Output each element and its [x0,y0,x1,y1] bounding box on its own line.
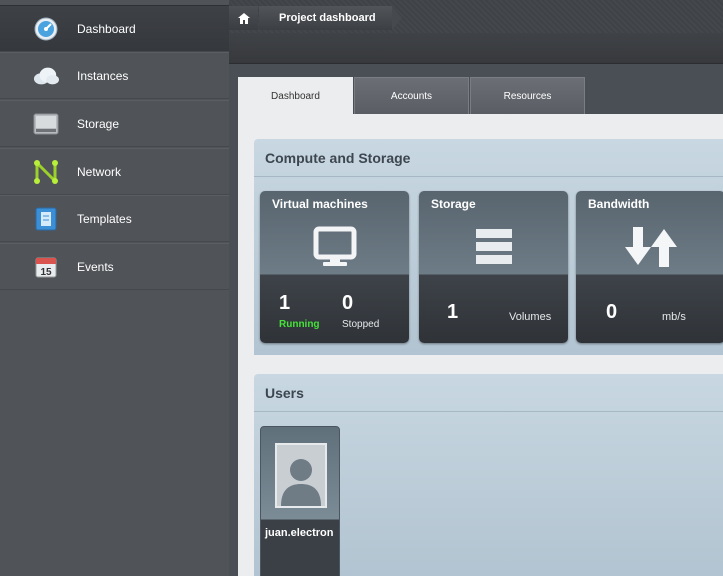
cloud-icon [33,63,59,89]
tile-title: Virtual machines [272,197,368,211]
vm-stopped-count: 0 [342,292,354,314]
tab-bar: Dashboard Accounts Resources [238,77,586,114]
sidebar: Dashboard Instances Storage Network Temp… [0,0,229,576]
sidebar-item-events[interactable]: 15 Events [0,243,229,290]
storage-stack-icon [419,219,568,274]
tab-resources[interactable]: Resources [470,77,585,114]
section-title: Users [254,374,723,412]
avatar [275,443,327,508]
sidebar-item-label: Events [77,259,114,274]
vm-stopped-label: Stopped [342,319,380,330]
sidebar-item-instances[interactable]: Instances [0,52,229,99]
sidebar-item-dashboard[interactable]: Dashboard [0,5,229,52]
template-icon [33,206,59,232]
network-icon [33,159,59,185]
sidebar-item-network[interactable]: Network [0,148,229,195]
dashboard-gauge-icon [33,16,59,42]
sidebar-item-templates[interactable]: Templates [0,195,229,242]
compute-storage-section: Compute and Storage Virtual machines 1 R… [254,139,723,355]
tab-accounts[interactable]: Accounts [354,77,469,114]
breadcrumb-current[interactable]: Project dashboard [259,6,402,30]
sidebar-item-label: Dashboard [77,21,136,36]
bandwidth-unit: mb/s [662,311,686,323]
breadcrumb: Project dashboard [229,0,723,33]
user-card[interactable]: juan.electron [260,426,340,576]
storage-tile[interactable]: Storage 1 Volumes [419,191,568,343]
virtual-machines-tile[interactable]: Virtual machines 1 Running 0 Stopped [260,191,409,343]
user-name: juan.electron [265,527,334,539]
tab-dashboard[interactable]: Dashboard [238,77,353,114]
calendar-badge: 15 [40,267,52,278]
vm-running-count: 1 [279,292,291,314]
bandwidth-tile[interactable]: Bandwidth 0 mb/s [576,191,723,343]
sidebar-item-storage[interactable]: Storage [0,100,229,147]
disk-icon [33,111,59,137]
users-section: Users juan.electron [254,374,723,576]
main-content: Dashboard Accounts Resources Compute and… [238,77,723,576]
storage-unit: Volumes [509,311,552,323]
bandwidth-value: 0 [606,301,618,323]
sidebar-item-label: Templates [77,211,132,226]
home-icon[interactable] [229,6,258,30]
tab-panel: Compute and Storage Virtual machines 1 R… [238,114,723,576]
up-down-arrows-icon [576,219,723,274]
tile-title: Bandwidth [588,197,650,211]
toolbar [229,33,723,64]
sidebar-item-label: Network [77,164,122,179]
monitor-icon [260,219,409,274]
vm-running-label: Running [279,319,320,330]
sidebar-item-label: Instances [77,68,129,83]
tile-title: Storage [431,197,476,211]
calendar-icon: 15 [33,254,59,280]
sidebar-item-label: Storage [77,116,120,131]
storage-count: 1 [447,301,459,323]
section-title: Compute and Storage [254,139,723,177]
